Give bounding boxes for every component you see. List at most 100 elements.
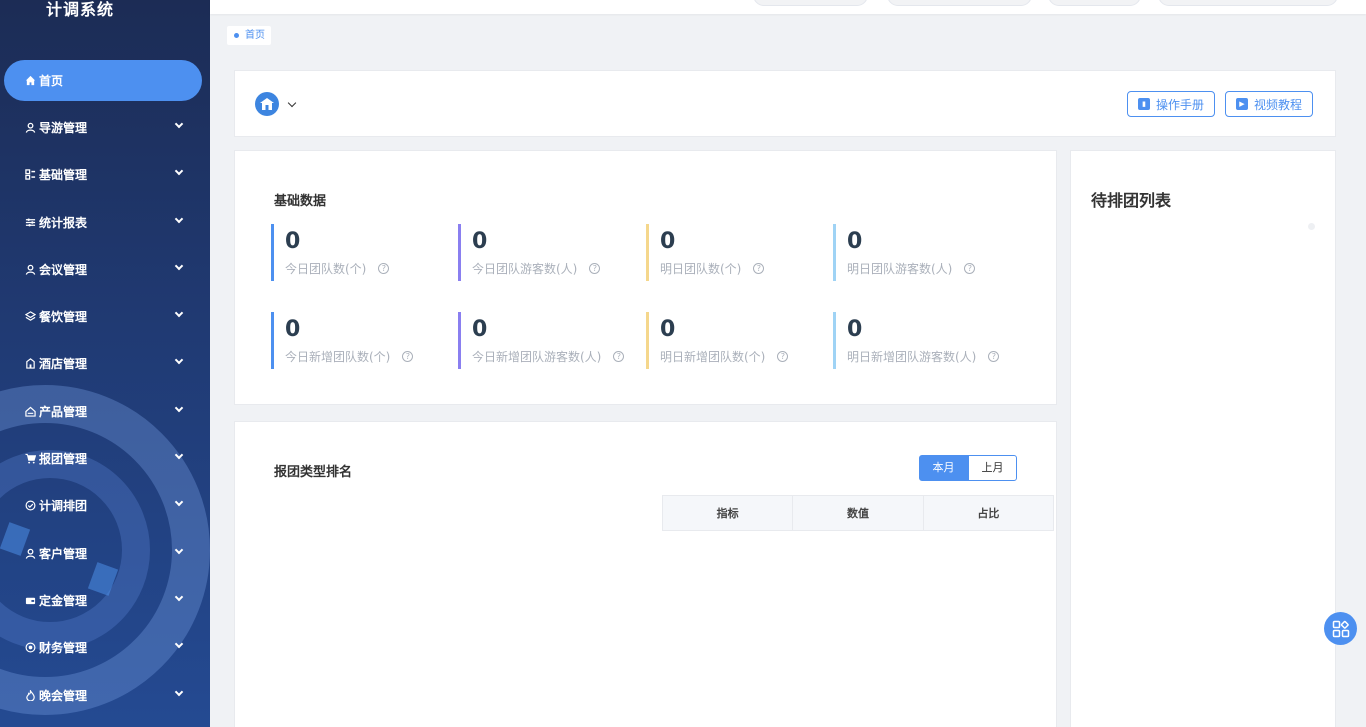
sidebar-item-deposit[interactable]: 定金管理 (4, 580, 202, 621)
help-icon[interactable]: ? (988, 351, 1000, 362)
header-pill[interactable] (753, 0, 868, 6)
header-panel: ▮ 操作手册 ▶ 视频教程 (234, 70, 1336, 137)
sidebar-item-label: 酒店管理 (39, 357, 88, 372)
chevron-down-icon (174, 356, 184, 365)
chevron-down-icon (174, 167, 184, 176)
sidebar-item-product[interactable]: 产品管理 (4, 391, 202, 432)
sidebar-item-label: 定金管理 (39, 593, 88, 608)
manual-button-label: 操作手册 (1156, 97, 1205, 112)
sidebar-item-basic[interactable]: 基础管理 (4, 154, 202, 195)
section-title: 基础数据 (274, 194, 327, 209)
section-title: 待排团列表 (1091, 191, 1172, 210)
header-search[interactable] (1158, 0, 1338, 6)
stat-label: 今日团队游客数(人) (472, 262, 578, 276)
stat-value: 0 (847, 317, 863, 342)
sidebar-item-label: 晚会管理 (39, 688, 88, 703)
stat-tomorrow-teams: 0 明日团队数(个)? (646, 224, 816, 281)
chevron-down-icon (174, 545, 184, 554)
sidebar-item-stats[interactable]: 统计报表 (4, 202, 202, 243)
chevron-down-icon[interactable] (287, 98, 297, 108)
sidebar-item-catering[interactable]: 餐饮管理 (4, 296, 202, 337)
sidebar-menu: 首页 导游管理 基础管理 统计报表 会议管理 餐饮管理 酒店管理 产品管理 报团… (0, 60, 210, 722)
stat-accent (458, 224, 461, 281)
stat-accent (646, 312, 649, 369)
stat-label: 今日新增团队数(个) (285, 350, 391, 364)
stat-label: 今日新增团队游客数(人) (472, 350, 602, 364)
stat-accent (833, 224, 836, 281)
avatar[interactable] (255, 92, 279, 116)
sidebar-item-home[interactable]: 首页 (4, 60, 202, 101)
stat-value: 0 (847, 229, 863, 254)
sidebar-item-gala[interactable]: 晚会管理 (4, 675, 202, 716)
user-icon (24, 122, 36, 134)
help-icon[interactable]: ? (964, 263, 976, 274)
cart-icon (24, 453, 36, 465)
home-outline-icon (24, 405, 36, 417)
help-icon[interactable]: ? (378, 263, 390, 274)
column-header: 占比 (922, 495, 1055, 531)
stat-accent (271, 224, 274, 281)
stat-today-new-visitors: 0 今日新增团队游客数(人)? (458, 312, 628, 369)
top-header (210, 0, 1366, 14)
period-toggle: 本月 上月 (919, 455, 1017, 481)
sidebar-item-guide[interactable]: 导游管理 (4, 107, 202, 148)
ranking-table: 指标 数值 占比 (661, 495, 1055, 531)
building-icon (24, 358, 36, 370)
sidebar-item-hotel[interactable]: 酒店管理 (4, 343, 202, 384)
user-icon (24, 547, 36, 559)
app-title: 计调系统 (45, 0, 114, 19)
home-icon (24, 75, 36, 87)
stat-label: 明日新增团队游客数(人) (847, 350, 977, 364)
play-icon: ▶ (1236, 98, 1248, 110)
help-icon[interactable]: ? (589, 263, 601, 274)
chevron-down-icon (174, 214, 184, 223)
stat-accent (271, 312, 274, 369)
sidebar-item-label: 餐饮管理 (39, 310, 88, 325)
sidebar-item-scheduling[interactable]: 计调排团 (4, 485, 202, 526)
apps-icon (1332, 620, 1349, 637)
column-header: 数值 (792, 495, 924, 531)
sidebar-item-finance[interactable]: 财务管理 (4, 627, 202, 668)
sidebar-item-label: 报团管理 (39, 452, 88, 467)
stat-label: 今日团队数(个) (285, 262, 367, 276)
sidebar-item-label: 财务管理 (39, 641, 88, 656)
stat-accent (646, 224, 649, 281)
basic-data-panel: 基础数据 0 今日团队数(个)? 0 今日团队游客数(人)? 0 明日团队数(个… (234, 150, 1057, 405)
tab-last-month[interactable]: 上月 (968, 455, 1017, 481)
stat-today-new-teams: 0 今日新增团队数(个)? (271, 312, 441, 369)
stat-accent (833, 312, 836, 369)
manual-button[interactable]: ▮ 操作手册 (1127, 91, 1216, 117)
sidebar-item-label: 计调排团 (39, 499, 88, 514)
stat-tomorrow-new-teams: 0 明日新增团队数(个)? (646, 312, 816, 369)
video-tutorial-button[interactable]: ▶ 视频教程 (1225, 91, 1314, 117)
help-icon[interactable]: ? (753, 263, 765, 274)
help-icon[interactable]: ? (402, 351, 414, 362)
sidebar: 计调系统 首页 导游管理 基础管理 统计报表 会议管理 餐饮管理 酒店管理 产品… (0, 0, 210, 727)
stat-value: 0 (285, 229, 301, 254)
sidebar-item-label: 产品管理 (39, 404, 88, 419)
sidebar-item-label: 导游管理 (39, 121, 88, 135)
section-title: 报团类型排名 (274, 465, 353, 480)
flame-icon (24, 689, 36, 701)
help-icon[interactable]: ? (613, 351, 625, 362)
sidebar-item-meeting[interactable]: 会议管理 (4, 249, 202, 290)
layers-icon (24, 311, 36, 323)
sidebar-item-label: 会议管理 (39, 262, 88, 277)
header-pill[interactable] (887, 0, 1032, 6)
sidebar-item-label: 基础管理 (39, 168, 88, 183)
stat-value: 0 (660, 229, 676, 254)
tab-this-month[interactable]: 本月 (919, 455, 968, 481)
sidebar-item-booking[interactable]: 报团管理 (4, 438, 202, 479)
column-header: 指标 (661, 495, 794, 531)
help-icon[interactable]: ? (777, 351, 789, 362)
grid-icon (24, 169, 36, 181)
loading-dot (1308, 223, 1315, 230)
chevron-down-icon (174, 261, 184, 271)
breadcrumb-tab-home[interactable]: 首页 (227, 26, 271, 45)
chevron-down-icon (174, 119, 184, 129)
apps-button[interactable] (1324, 612, 1357, 645)
chevron-down-icon (174, 687, 184, 696)
header-pill[interactable] (1048, 0, 1141, 6)
sidebar-item-customer[interactable]: 客户管理 (4, 533, 202, 574)
chevron-down-icon (174, 592, 184, 602)
